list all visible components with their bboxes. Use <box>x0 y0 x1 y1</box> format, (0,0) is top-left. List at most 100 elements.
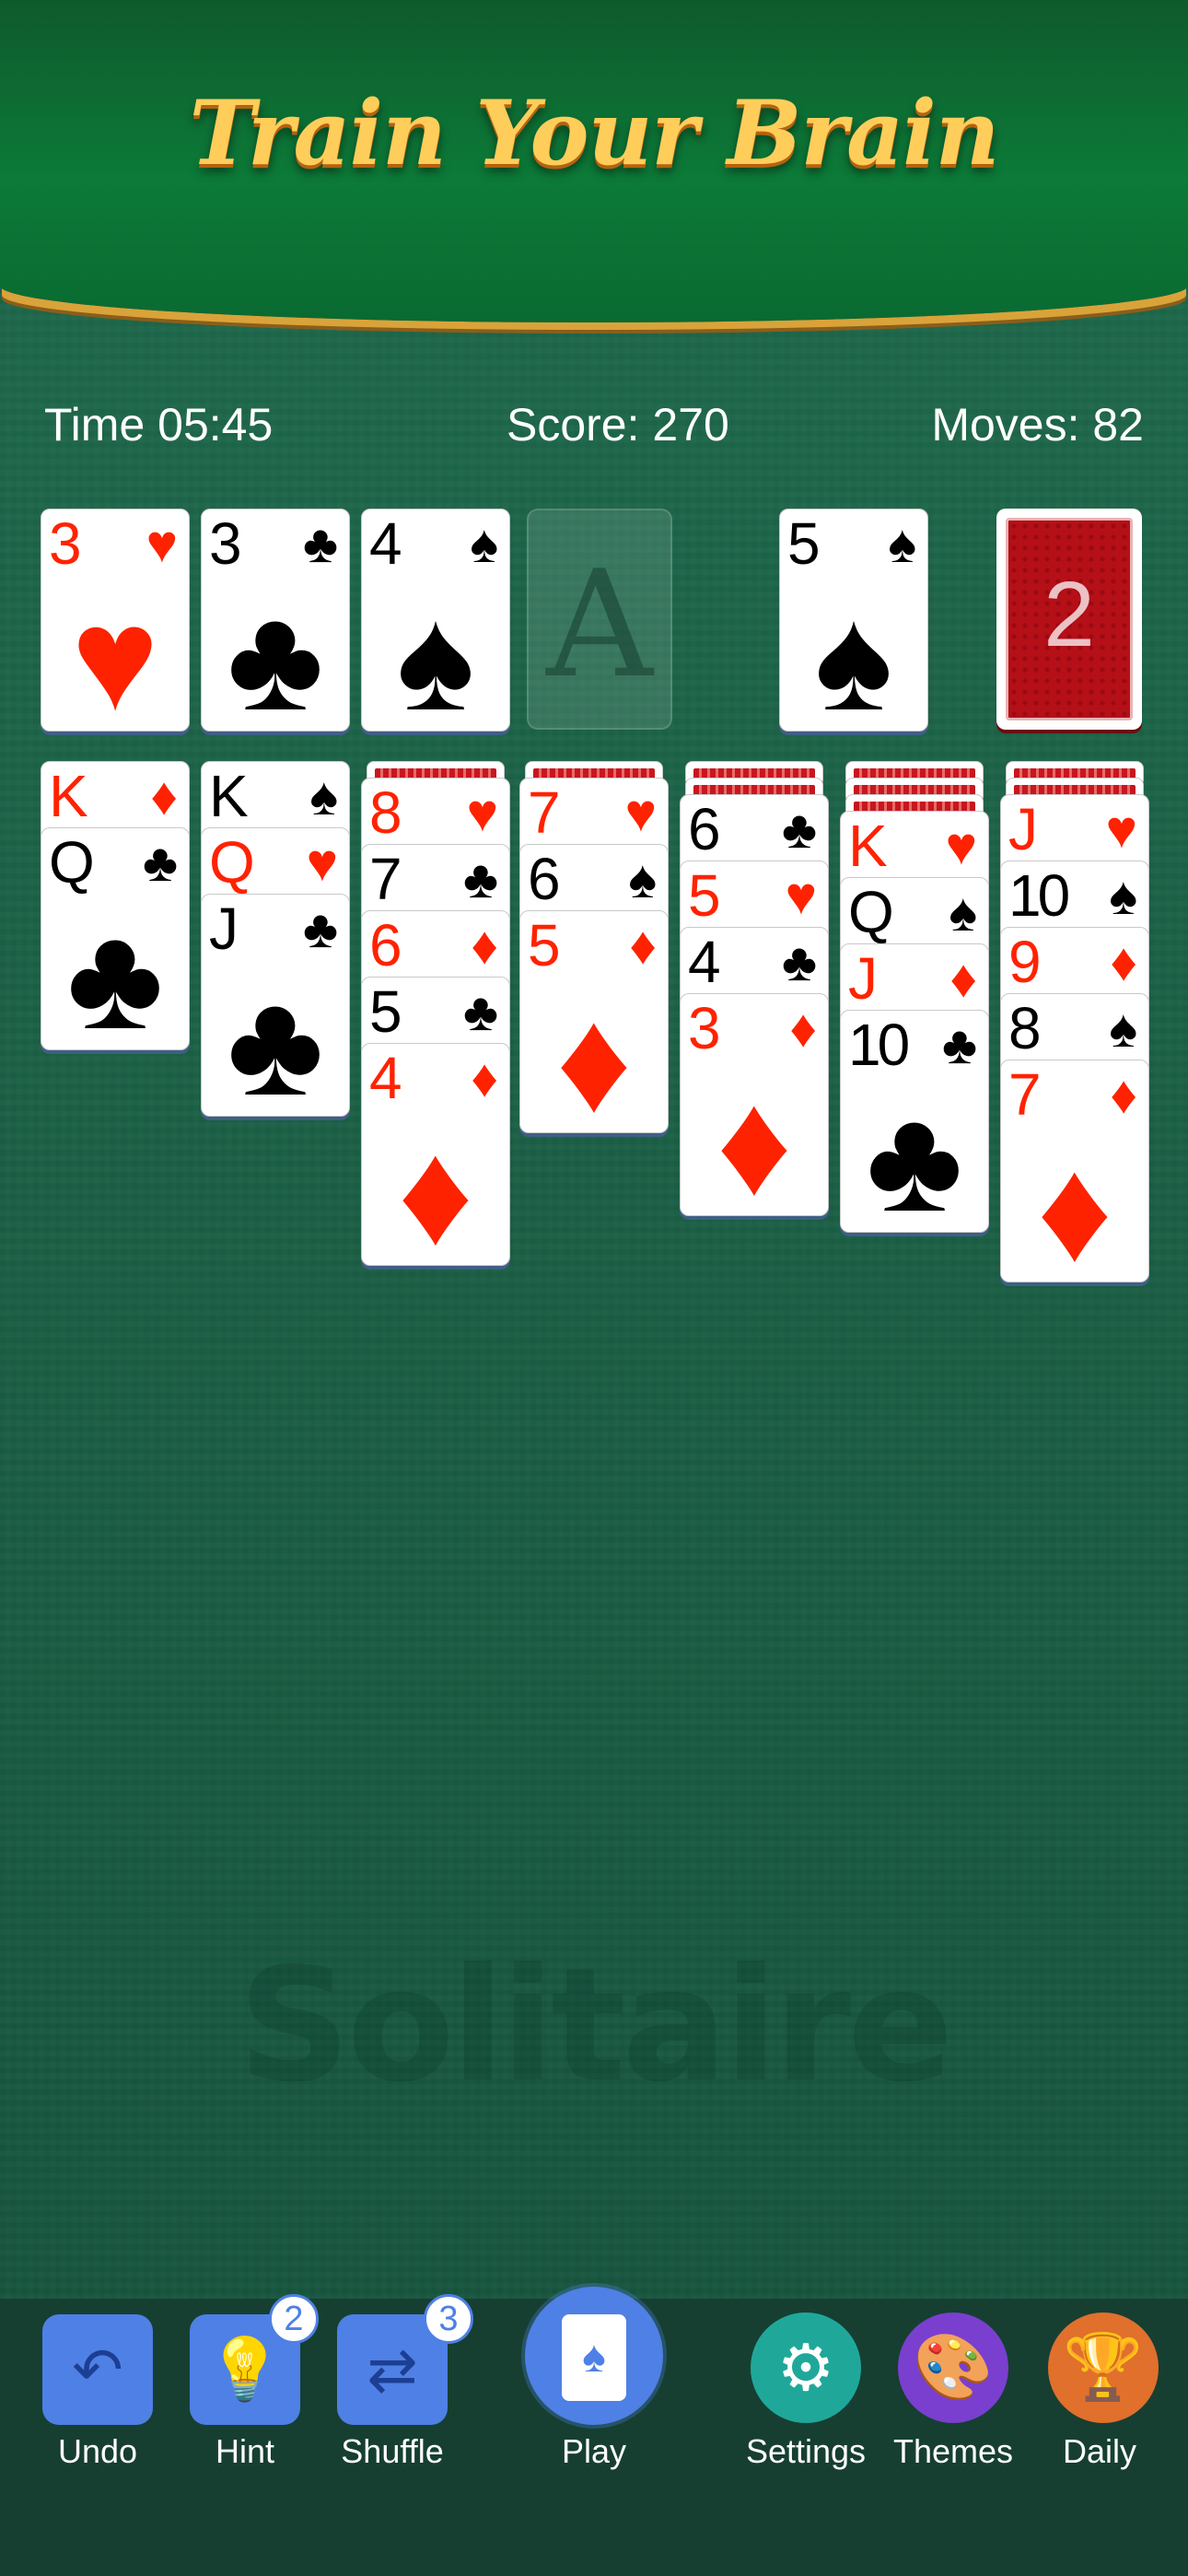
card-suit-small: ♠ <box>949 883 977 943</box>
card-rank: 4 <box>688 929 721 995</box>
score-display: Score: 270 <box>507 399 729 451</box>
play-label: Play <box>561 2432 627 2470</box>
card-rank: 9 <box>1008 929 1042 995</box>
card-rank: 10 <box>848 1012 910 1078</box>
card-suit-small: ♥ <box>1105 800 1137 860</box>
card-rank: J <box>1008 796 1038 862</box>
card-suit-small: ♠ <box>470 514 498 574</box>
card-suit-small: ♦ <box>471 916 498 976</box>
card-suit-small: ♣ <box>781 800 817 860</box>
card-rank: 6 <box>688 796 721 862</box>
settings-button[interactable]: ⚙ <box>751 2313 861 2423</box>
card-rank: 6 <box>528 846 561 912</box>
card-rank: 5 <box>787 510 821 577</box>
card-suit-small: ♣ <box>302 899 338 959</box>
shuffle-icon: ⇄ <box>367 2335 418 2404</box>
empty-foundation-slot[interactable]: A <box>527 509 672 730</box>
card-suit-small: ♣ <box>462 982 498 1042</box>
daily-label: Daily <box>1062 2432 1136 2470</box>
card-suit-large: ♣ <box>227 961 324 1117</box>
playing-card[interactable]: J ♣ ♣ <box>201 894 350 1117</box>
card-rank: J <box>209 896 239 962</box>
palette-icon: 🎨 <box>913 2331 994 2403</box>
card-suit-large: ♦ <box>716 1060 792 1216</box>
playing-card[interactable]: 4 ♦ ♦ <box>361 1043 510 1266</box>
card-suit-small: ♥ <box>466 783 498 843</box>
card-rank: K <box>848 813 888 879</box>
card-rank: Q <box>49 829 95 896</box>
playing-card[interactable]: 4 ♠ ♠ <box>361 509 510 732</box>
card-suit-large: ♣ <box>227 576 324 732</box>
lightbulb-icon: 💡 <box>206 2335 284 2403</box>
card-suit-small: ♥ <box>146 514 178 574</box>
card-rank: Q <box>848 879 894 945</box>
playing-card[interactable]: 7 ♦ ♦ <box>1000 1060 1149 1282</box>
playing-card[interactable]: 3 ♣ ♣ <box>201 509 350 732</box>
card-suit-large: ♦ <box>556 978 632 1133</box>
card-suit-small: ♦ <box>471 1048 498 1108</box>
card-suit-small: ♦ <box>1110 932 1137 992</box>
card-rank: 6 <box>369 912 402 978</box>
solitaire-watermark: Solitaire <box>238 1935 953 2117</box>
card-suit-large: ♠ <box>396 576 475 732</box>
card-suit-small: ♥ <box>306 833 338 893</box>
playing-card[interactable]: 10 ♣ ♣ <box>840 1010 989 1233</box>
card-suit-large: ♠ <box>814 576 893 732</box>
card-rank: 5 <box>528 912 561 978</box>
spade-card-icon: ♠ <box>562 2314 626 2401</box>
card-suit-large: ♥ <box>71 576 159 732</box>
card-rank: 8 <box>369 779 402 846</box>
stock-pile[interactable]: 2 <box>996 509 1142 730</box>
trophy-icon: 🏆 <box>1063 2331 1144 2403</box>
card-suit-small: ♦ <box>949 949 977 1009</box>
playing-card[interactable]: 5 ♠ ♠ <box>779 509 928 732</box>
card-rank: 3 <box>49 510 82 577</box>
shuffle-badge: 3 <box>424 2294 473 2344</box>
card-suit-small: ♥ <box>785 866 817 926</box>
time-display: Time 05:45 <box>44 399 274 451</box>
card-suit-small: ♥ <box>624 783 657 843</box>
card-suit-small: ♠ <box>628 849 657 909</box>
card-rank: 7 <box>528 779 561 846</box>
hint-badge: 2 <box>269 2294 319 2344</box>
card-rank: 5 <box>688 862 721 929</box>
card-suit-small: ♦ <box>1110 1065 1137 1125</box>
foundation-placeholder: A <box>546 538 653 710</box>
card-rank: 4 <box>369 510 402 577</box>
card-suit-small: ♣ <box>302 514 338 574</box>
undo-icon: ↶ <box>72 2335 123 2404</box>
card-rank: K <box>209 763 249 829</box>
card-rank: 3 <box>688 995 721 1061</box>
card-suit-small: ♦ <box>789 999 817 1059</box>
card-rank: 7 <box>1008 1061 1042 1128</box>
playing-card[interactable]: 3 ♥ ♥ <box>41 509 190 732</box>
gear-icon: ⚙ <box>776 2332 835 2404</box>
card-rank: Q <box>209 829 255 896</box>
card-rank: 7 <box>369 846 402 912</box>
moves-display: Moves: 82 <box>931 399 1144 451</box>
card-suit-large: ♣ <box>866 1077 963 1233</box>
card-suit-small: ♠ <box>309 767 338 826</box>
playing-card[interactable]: 5 ♦ ♦ <box>519 910 669 1133</box>
stock-count: 2 <box>1043 563 1095 666</box>
card-suit-small: ♣ <box>142 833 178 893</box>
card-suit-small: ♦ <box>629 916 657 976</box>
card-suit-small: ♣ <box>781 932 817 992</box>
card-rank: 4 <box>369 1045 402 1111</box>
playing-card[interactable]: 3 ♦ ♦ <box>680 993 829 1216</box>
card-suit-small: ♣ <box>941 1015 977 1075</box>
undo-button[interactable]: ↶ <box>42 2314 153 2425</box>
shuffle-label: Shuffle <box>341 2432 444 2470</box>
card-rank: 8 <box>1008 995 1042 1061</box>
card-suit-small: ♠ <box>888 514 916 574</box>
card-suit-small: ♥ <box>945 816 977 876</box>
playing-card[interactable]: Q ♣ ♣ <box>41 827 190 1050</box>
card-suit-small: ♠ <box>1109 999 1137 1059</box>
card-rank: 5 <box>369 978 402 1045</box>
themes-button[interactable]: 🎨 <box>898 2313 1008 2423</box>
card-suit-small: ♠ <box>1109 866 1137 926</box>
daily-button[interactable]: 🏆 <box>1048 2313 1159 2423</box>
play-button[interactable]: ♠ <box>525 2287 663 2425</box>
banner-title: Train Your Brain <box>189 81 999 185</box>
card-rank: K <box>49 763 88 829</box>
